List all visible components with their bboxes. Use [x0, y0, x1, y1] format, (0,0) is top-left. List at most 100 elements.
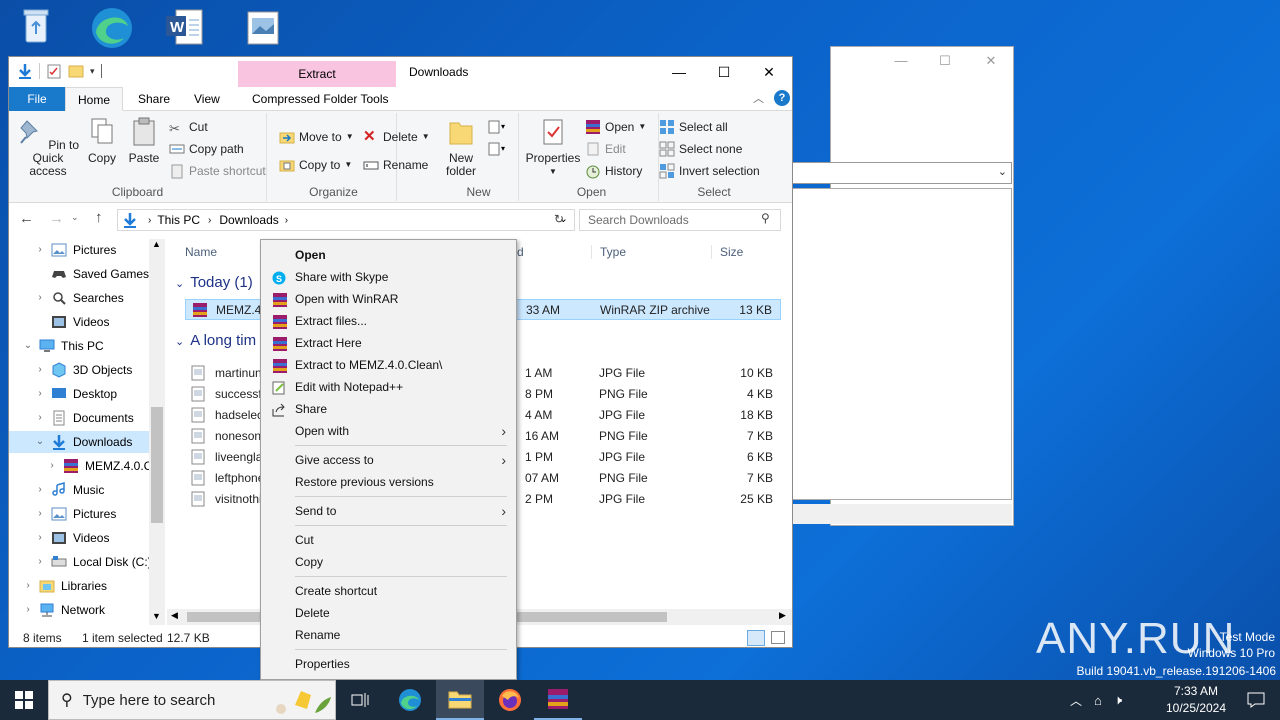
new-item-icon[interactable]: ▾ [487, 119, 509, 135]
menu-item[interactable]: Send to › [261, 500, 516, 522]
chevron-down-icon[interactable]: ⌄ [35, 431, 45, 453]
breadcrumb-this-pc[interactable]: This PC [157, 213, 200, 227]
tab-share[interactable]: Share [126, 87, 182, 111]
chevron-right-icon[interactable]: › [23, 599, 33, 621]
menu-item[interactable]: Extract Here [261, 332, 516, 354]
edge-icon[interactable] [386, 680, 434, 720]
menu-item[interactable]: Rename [261, 624, 516, 646]
navigation-scrollbar[interactable]: ▲ ▼ [149, 239, 165, 625]
scroll-left-icon[interactable]: ◀ [171, 610, 178, 621]
properties-button[interactable]: Properties ▼ [525, 113, 581, 178]
sidebar-item[interactable]: Saved Games [9, 263, 149, 285]
menu-item[interactable]: Properties [261, 653, 516, 675]
menu-item[interactable]: Share [261, 398, 516, 420]
chevron-right-icon[interactable]: › [35, 527, 45, 549]
chevron-right-icon[interactable]: › [35, 503, 45, 525]
up-arrow-icon[interactable]: ↑ [95, 209, 103, 226]
pin-quick-access-button[interactable]: Pin to Quick access [13, 113, 83, 178]
copy-to-button[interactable]: Copy to ▼ [279, 155, 352, 175]
scroll-down-icon[interactable]: ▼ [152, 611, 161, 621]
scrollbar-thumb[interactable] [151, 407, 163, 523]
new-folder-icon[interactable] [68, 63, 84, 79]
chevron-right-icon[interactable]: › [35, 359, 45, 381]
maximize-icon[interactable]: ☐ [935, 53, 955, 71]
sidebar-item[interactable]: › Music [9, 479, 149, 501]
sidebar-item[interactable]: › 3D Objects [9, 359, 149, 381]
sidebar-item[interactable]: › Network [9, 599, 149, 621]
edge-icon[interactable] [88, 4, 136, 48]
sidebar-item[interactable]: › Desktop [9, 383, 149, 405]
customize-toolbar-icon[interactable]: ▾ [90, 66, 95, 77]
scroll-up-icon[interactable]: ▲ [152, 239, 161, 249]
rename-button[interactable]: Rename [363, 155, 428, 175]
sidebar-item[interactable]: › Libraries [9, 575, 149, 597]
task-view-icon[interactable] [336, 680, 384, 720]
sidebar-item[interactable]: › MEMZ.4.0.Cle [9, 455, 149, 477]
address-bar[interactable]: › This PC › Downloads › ⌄ [117, 209, 575, 231]
chevron-right-icon[interactable]: › [35, 287, 45, 309]
history-button[interactable]: History [585, 161, 642, 181]
chevron-right-icon[interactable]: › [23, 575, 33, 597]
start-button[interactable] [0, 680, 48, 720]
forward-arrow-icon[interactable]: → [49, 210, 64, 227]
refresh-icon[interactable]: ↻ [554, 212, 564, 226]
winrar-icon[interactable] [534, 680, 582, 720]
chevron-right-icon[interactable]: › [47, 455, 57, 477]
menu-item[interactable]: Give access to › [261, 449, 516, 471]
maximize-icon[interactable]: ☐ [701, 57, 747, 87]
collapse-ribbon-icon[interactable]: ︿ [753, 90, 764, 106]
network-icon[interactable]: ⌂ [1094, 693, 1102, 708]
menu-item[interactable]: Cut [261, 529, 516, 551]
column-header-type[interactable]: Type [591, 245, 626, 259]
background-window-combo[interactable]: ⌄ [790, 162, 1012, 184]
sidebar-item[interactable]: › Local Disk (C:) [9, 551, 149, 573]
chevron-right-icon[interactable]: › [35, 479, 45, 501]
menu-item[interactable]: Open [261, 244, 516, 266]
sidebar-item[interactable]: › Searches [9, 287, 149, 309]
tab-file[interactable]: File [9, 87, 65, 111]
image-file-icon[interactable] [240, 4, 288, 48]
back-arrow-icon[interactable]: ← [19, 210, 34, 227]
sidebar-item[interactable]: › Videos [9, 527, 149, 549]
down-arrow-icon[interactable] [17, 63, 33, 79]
minimize-icon[interactable]: — [656, 57, 702, 87]
search-input[interactable]: Search Downloads [579, 209, 781, 231]
scroll-right-icon[interactable]: ▶ [779, 610, 786, 621]
delete-button[interactable]: ✕ Delete ▼ [363, 127, 430, 147]
sidebar-item[interactable]: › Pictures [9, 239, 149, 261]
paste-shortcut-button[interactable]: Paste shortcut [169, 161, 266, 181]
menu-item[interactable]: Open with WinRAR [261, 288, 516, 310]
large-icons-view-icon[interactable] [771, 631, 785, 644]
help-icon[interactable]: ? [774, 90, 790, 106]
menu-item[interactable]: Extract to MEMZ.4.0.Clean\ [261, 354, 516, 376]
sidebar-item[interactable]: › Pictures [9, 503, 149, 525]
column-header-date[interactable]: d [517, 245, 524, 259]
menu-item[interactable]: Edit with Notepad++ [261, 376, 516, 398]
breadcrumb-downloads[interactable]: Downloads [219, 213, 278, 227]
properties-icon[interactable] [46, 63, 62, 79]
close-icon[interactable]: ✕ [746, 57, 792, 87]
notifications-icon[interactable] [1232, 680, 1280, 720]
file-explorer-icon[interactable] [436, 680, 484, 720]
minimize-icon[interactable]: — [891, 53, 911, 71]
sidebar-item[interactable]: ⌄ This PC [9, 335, 149, 357]
chevron-right-icon[interactable]: › [35, 407, 45, 429]
sidebar-item[interactable]: Videos [9, 311, 149, 333]
word-document-icon[interactable]: W [162, 4, 210, 48]
firefox-icon[interactable] [486, 680, 534, 720]
show-hidden-icons-icon[interactable]: ︿ [1070, 692, 1082, 709]
title-bar[interactable]: ▾ Extract Downloads — ☐ ✕ [9, 57, 792, 87]
recent-locations-icon[interactable]: ⌄ [71, 212, 79, 223]
group-header[interactable]: ⌄ A long tim [175, 332, 256, 349]
close-icon[interactable]: ✕ [981, 53, 1001, 71]
paste-button[interactable]: Paste [127, 113, 161, 165]
select-none-button[interactable]: Select none [659, 139, 742, 159]
tab-view[interactable]: View [182, 87, 232, 111]
column-header-name[interactable]: Name [185, 245, 217, 259]
clock[interactable]: 7:33 AM 10/25/2024 [1158, 683, 1234, 717]
invert-selection-button[interactable]: Invert selection [659, 161, 760, 181]
copy-button[interactable]: Copy [87, 113, 117, 165]
details-view-icon[interactable] [747, 630, 765, 646]
taskbar-search-box[interactable]: ⚲ Type here to search [48, 680, 336, 720]
menu-item[interactable]: Create shortcut [261, 580, 516, 602]
